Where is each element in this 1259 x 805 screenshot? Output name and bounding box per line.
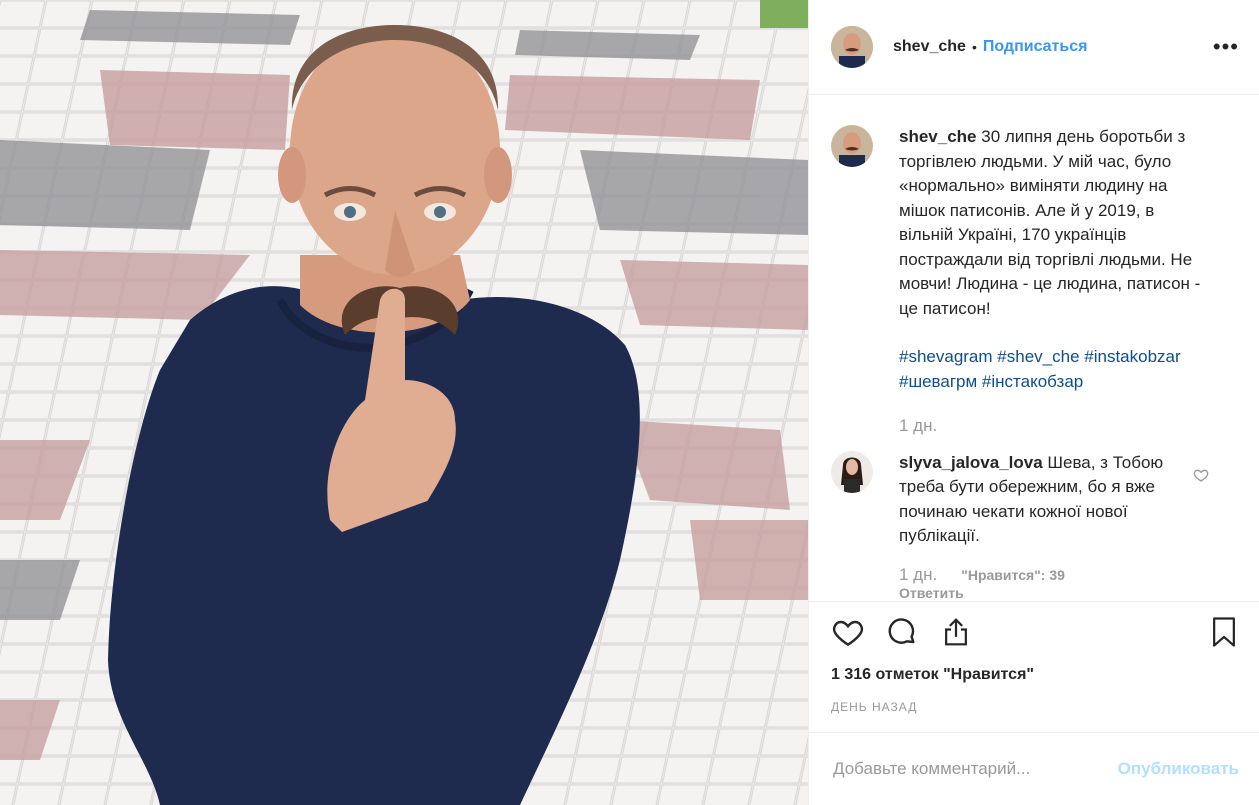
comment-time[interactable]: 1 дн. (899, 565, 937, 585)
author-username[interactable]: shev_che (893, 38, 966, 56)
caption-time[interactable]: 1 дн. (899, 414, 1204, 439)
post-photo[interactable] (0, 0, 808, 805)
caption-avatar[interactable] (831, 125, 873, 167)
hashtag-link[interactable]: #shev_che (997, 347, 1079, 366)
post-timestamp[interactable]: ДЕНЬ НАЗАД (809, 700, 1259, 714)
commenter-avatar[interactable] (831, 450, 873, 493)
likes-count[interactable]: 1 316 отметок "Нравится" (809, 666, 1259, 684)
post-container: shev_che • Подписаться ••• shev_che 30 л… (0, 0, 1259, 805)
hashtag-link[interactable]: #instakobzar (1084, 347, 1180, 366)
follow-button[interactable]: Подписаться (983, 38, 1088, 56)
caption-username[interactable]: shev_che (899, 127, 977, 146)
caption-row: shev_che 30 липня день боротьби з торгів… (831, 125, 1239, 439)
add-comment-bar: Опубликовать (809, 732, 1259, 805)
author-avatar[interactable] (831, 26, 873, 68)
bookmark-icon[interactable] (1207, 615, 1241, 649)
comment-input[interactable] (831, 758, 1118, 780)
share-icon[interactable] (939, 615, 973, 649)
comment-meta: 1 дн. "Нравится": 39 (899, 565, 1239, 585)
comment-likes[interactable]: "Нравится": 39 (961, 567, 1065, 583)
comment-body: slyva_jalova_lova Шева, з Тобою треба бу… (899, 451, 1204, 549)
hashtag-link[interactable]: #шевагрм (899, 372, 977, 391)
caption-text: 30 липня день боротьби з торгівлею людьм… (899, 127, 1201, 318)
caption-body: shev_che 30 липня день боротьби з торгів… (899, 125, 1204, 439)
post-header: shev_che • Подписаться ••• (809, 0, 1259, 95)
comment-row: slyva_jalova_lova Шева, з Тобою треба бу… (831, 450, 1239, 549)
hashtag-link[interactable]: #інстакобзар (982, 372, 1083, 391)
comments-section[interactable]: shev_che 30 липня день боротьби з торгів… (809, 95, 1259, 601)
reply-button[interactable]: Ответить (899, 585, 1239, 601)
commenter-username[interactable]: slyva_jalova_lova (899, 453, 1043, 472)
more-icon[interactable]: ••• (1213, 36, 1239, 58)
hashtags: #shevagram #shev_che #instakobzar #шеваг… (899, 345, 1204, 394)
post-sidebar: shev_che • Подписаться ••• shev_che 30 л… (808, 0, 1259, 805)
hashtag-link[interactable]: #shevagram (899, 347, 993, 366)
photo-image (0, 0, 808, 805)
comment-item: slyva_jalova_lova Шева, з Тобою треба бу… (831, 450, 1239, 601)
heart-icon[interactable] (831, 615, 865, 649)
action-bar (809, 601, 1259, 662)
comment-like-icon[interactable] (1193, 467, 1209, 483)
comment-icon[interactable] (885, 615, 919, 649)
publish-button[interactable]: Опубликовать (1118, 759, 1239, 779)
separator-dot: • (971, 39, 977, 55)
